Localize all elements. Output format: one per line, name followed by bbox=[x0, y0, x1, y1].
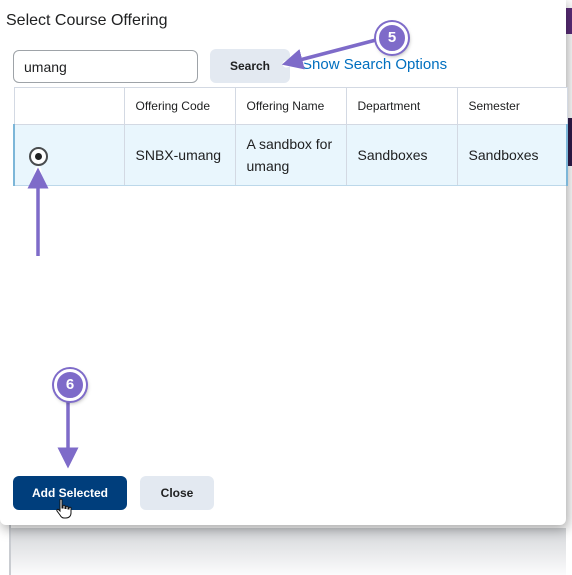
column-header-offering-name[interactable]: Offering Name bbox=[234, 87, 347, 125]
radio-selected-icon[interactable] bbox=[29, 146, 48, 166]
table-row[interactable]: SNBX-umang A sandbox for umang Sandboxes… bbox=[13, 124, 568, 186]
offering-name-cell: A sandbox for umang bbox=[234, 124, 347, 186]
page-background-shadow bbox=[11, 528, 566, 575]
search-input[interactable] bbox=[13, 50, 198, 83]
step-6-badge: 6 bbox=[54, 369, 86, 401]
department-cell: Sandboxes bbox=[345, 124, 458, 186]
offerings-table: Offering Code Offering Name Department S… bbox=[13, 87, 568, 186]
column-header-department[interactable]: Department bbox=[345, 87, 458, 125]
dialog-title: Select Course Offering bbox=[6, 12, 168, 29]
hand-pointer-icon bbox=[56, 498, 72, 519]
search-button[interactable]: Search bbox=[210, 49, 290, 83]
column-header-semester[interactable]: Semester bbox=[456, 87, 568, 125]
step-5-badge: 5 bbox=[376, 22, 408, 54]
select-course-offering-dialog: Select Course Offering Search Show Searc… bbox=[0, 0, 568, 525]
close-button[interactable]: Close bbox=[140, 476, 214, 510]
show-search-options-link[interactable]: Show Search Options bbox=[302, 56, 447, 73]
page-header-strip bbox=[566, 8, 572, 34]
row-select-cell[interactable] bbox=[13, 124, 125, 186]
column-header-offering-code[interactable]: Offering Code bbox=[123, 87, 236, 125]
semester-cell: Sandboxes bbox=[456, 124, 568, 186]
table-header-row: Offering Code Offering Name Department S… bbox=[13, 87, 568, 125]
column-header-select bbox=[13, 87, 125, 125]
offering-code-cell: SNBX-umang bbox=[123, 124, 236, 186]
